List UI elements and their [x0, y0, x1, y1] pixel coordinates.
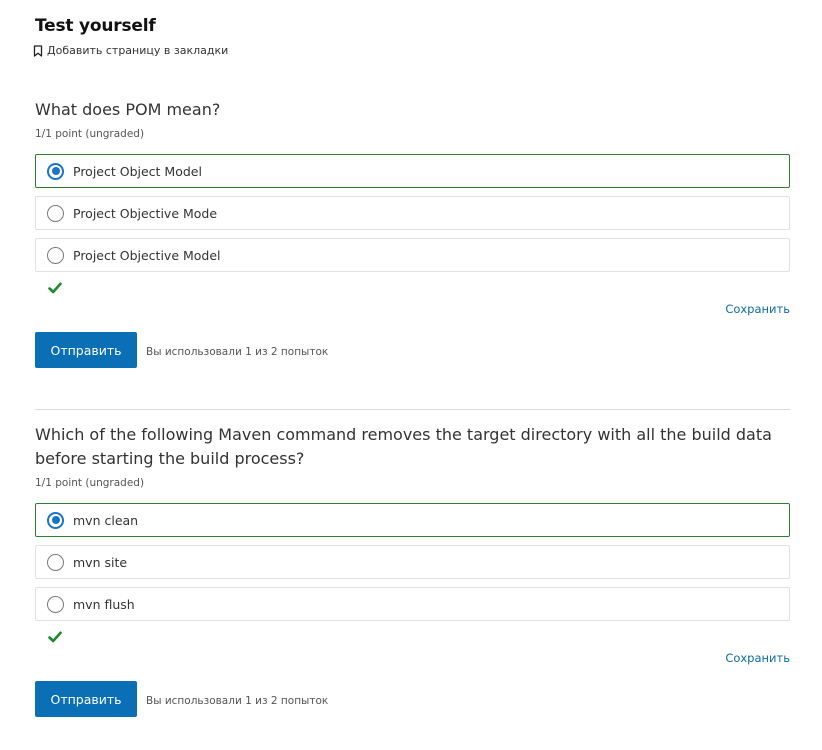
submit-button[interactable]: Отправить: [35, 681, 137, 717]
bookmark-label: Добавить страницу в закладки: [47, 44, 229, 57]
answer-option[interactable]: Project Objective Mode: [35, 196, 790, 230]
answer-label: Project Object Model: [73, 163, 202, 179]
answer-label: mvn site: [73, 554, 128, 570]
submit-button[interactable]: Отправить: [35, 332, 137, 368]
save-row: Сохранить: [35, 651, 790, 671]
answer-option[interactable]: Project Objective Model: [35, 238, 790, 272]
action-row: Отправить Вы использовали 1 из 2 попыток: [35, 681, 790, 717]
page-title: Test yourself: [35, 16, 156, 36]
radio-unselected[interactable]: [47, 204, 64, 222]
radio-unselected[interactable]: [47, 595, 64, 613]
answer-label: Project Objective Mode: [73, 205, 218, 221]
bookmark-icon: [33, 44, 43, 57]
answer-option[interactable]: mvn flush: [35, 587, 790, 621]
radio-unselected[interactable]: [47, 246, 64, 264]
answer-option[interactable]: mvn site: [35, 545, 790, 579]
question-title: Which of the following Maven command rem…: [35, 425, 772, 468]
save-link[interactable]: Сохранить: [725, 302, 790, 316]
bookmark-link[interactable]: Добавить страницу в закладки: [33, 44, 228, 57]
problem-2: Which of the following Maven command rem…: [35, 423, 790, 717]
save-link[interactable]: Сохранить: [725, 651, 790, 665]
action-row: Отправить Вы использовали 1 из 2 попыток: [35, 332, 790, 368]
question-points: 1/1 point (ungraded): [35, 477, 145, 489]
attempts-text: Вы использовали 1 из 2 попыток: [146, 695, 329, 707]
answer-option[interactable]: mvn clean: [35, 503, 790, 537]
radio-selected[interactable]: [47, 511, 64, 529]
answer-status: [35, 629, 790, 651]
checkmark-icon: [48, 282, 62, 294]
question-title: What does POM mean?: [35, 100, 221, 119]
save-row: Сохранить: [35, 302, 790, 322]
attempts-text: Вы использовали 1 из 2 попыток: [146, 346, 329, 358]
question-points: 1/1 point (ungraded): [35, 128, 145, 140]
answer-option[interactable]: Project Object Model: [35, 154, 790, 188]
answer-label: mvn flush: [73, 596, 135, 612]
answer-label: Project Objective Model: [73, 247, 221, 263]
answer-label: mvn clean: [73, 512, 139, 528]
answer-status: [35, 280, 790, 302]
problem-divider: [35, 409, 790, 410]
answer-options: Project Object Model Project Objective M…: [35, 154, 790, 272]
radio-unselected[interactable]: [47, 553, 64, 571]
checkmark-icon: [48, 631, 62, 643]
problem-1: What does POM mean? 1/1 point (ungraded)…: [35, 98, 790, 368]
answer-options: mvn clean mvn site mvn flush: [35, 503, 790, 621]
radio-selected[interactable]: [47, 162, 64, 180]
